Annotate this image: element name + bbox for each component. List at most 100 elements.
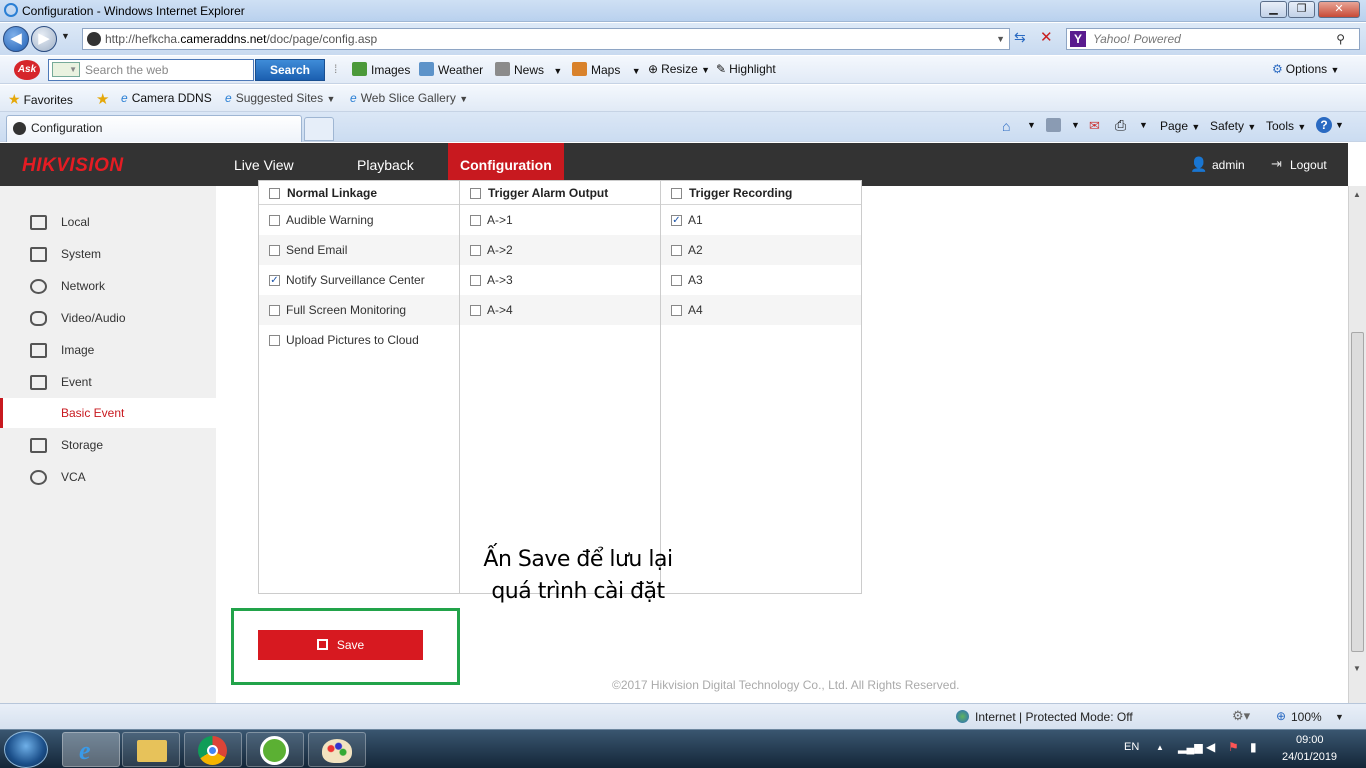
sidebar-item-system[interactable]: System — [0, 239, 216, 269]
back-button[interactable]: ◀ — [3, 26, 29, 52]
taskbar-paint[interactable] — [308, 732, 366, 767]
checkbox[interactable] — [671, 305, 682, 316]
sidebar-item-event[interactable]: Event — [0, 367, 216, 397]
toolbar-item-images[interactable]: Images — [352, 62, 410, 77]
list-item[interactable]: Upload Pictures to Cloud — [259, 325, 459, 355]
checkbox[interactable] — [269, 305, 280, 316]
toolbar-item-maps[interactable]: Maps ▼ — [572, 62, 641, 77]
close-button[interactable]: ✕ — [1318, 1, 1360, 18]
home-dropdown-icon[interactable]: ▼ — [1027, 120, 1036, 130]
list-item[interactable]: A->4 — [460, 295, 660, 325]
sidebar-item-vca[interactable]: VCA — [0, 462, 216, 492]
add-favorite-icon[interactable]: ★ — [96, 90, 109, 108]
feeds-dropdown-icon[interactable]: ▼ — [1071, 120, 1080, 130]
address-input[interactable]: http://hefkcha.cameraddns.net/doc/page/c… — [82, 28, 1010, 50]
history-dropdown-icon[interactable]: ▼ — [61, 31, 70, 41]
favorite-suggested-sites[interactable]: e Suggested Sites ▼ — [225, 91, 335, 105]
maximize-button[interactable]: ❐ — [1288, 1, 1315, 18]
checkbox[interactable]: ✓ — [671, 215, 682, 226]
taskbar-chrome[interactable] — [184, 732, 242, 767]
toolbar-item-news[interactable]: News ▼ — [495, 62, 562, 77]
protected-mode-icon[interactable]: ⚙▾ — [1232, 708, 1250, 724]
security-zone[interactable]: Internet | Protected Mode: Off — [975, 710, 1133, 724]
search-icon[interactable]: ⚲ — [1336, 29, 1345, 49]
sidebar-item-image[interactable]: Image — [0, 335, 216, 365]
network-signal-icon[interactable]: ▂▄▆ — [1178, 741, 1203, 754]
toolbar-item-resize[interactable]: ⊕ Resize ▼ — [648, 62, 710, 76]
list-item[interactable]: Audible Warning — [259, 205, 459, 235]
feeds-icon[interactable] — [1046, 118, 1061, 132]
start-button[interactable] — [4, 731, 48, 768]
options-button[interactable]: ⚙ Options ▼ — [1272, 62, 1339, 76]
sidebar-item-video-audio[interactable]: Video/Audio — [0, 303, 216, 333]
checkbox[interactable] — [470, 275, 481, 286]
list-item[interactable]: ✓ A1 — [661, 205, 861, 235]
column-header[interactable]: Trigger Alarm Output — [460, 181, 660, 205]
checkbox[interactable] — [470, 188, 481, 199]
scroll-down-icon[interactable]: ▼ — [1353, 664, 1361, 673]
list-item[interactable]: Full Screen Monitoring — [259, 295, 459, 325]
list-item[interactable]: A->3 — [460, 265, 660, 295]
checkbox[interactable] — [269, 215, 280, 226]
checkbox[interactable] — [671, 275, 682, 286]
scrollbar-thumb[interactable] — [1351, 332, 1364, 652]
home-icon[interactable]: ⌂ — [1002, 118, 1010, 134]
power-icon[interactable]: ▮ — [1250, 740, 1257, 754]
list-item[interactable]: A->2 — [460, 235, 660, 265]
list-item[interactable]: ✓ Notify Surveillance Center — [259, 265, 459, 295]
toolbar-item-weather[interactable]: Weather — [419, 62, 483, 77]
checkbox[interactable] — [470, 305, 481, 316]
checkbox[interactable] — [269, 245, 280, 256]
sidebar-item-network[interactable]: Network — [0, 271, 216, 301]
chevron-down-icon[interactable]: ▼ — [1335, 712, 1344, 722]
list-item[interactable]: A4 — [661, 295, 861, 325]
checkbox[interactable] — [269, 188, 280, 199]
list-item[interactable]: A2 — [661, 235, 861, 265]
favorite-camera-ddns[interactable]: e Camera DDNS — [121, 91, 212, 105]
page-menu[interactable]: Page ▼ — [1160, 119, 1200, 133]
list-item[interactable]: A3 — [661, 265, 861, 295]
safety-menu[interactable]: Safety ▼ — [1210, 119, 1256, 133]
vertical-scrollbar[interactable]: ▲ ▼ — [1348, 186, 1366, 703]
print-icon[interactable]: ⎙ — [1115, 117, 1126, 134]
help-dropdown-icon[interactable]: ▼ — [1335, 120, 1344, 130]
tab-configuration[interactable]: Configuration — [6, 115, 302, 142]
taskbar-coccoc[interactable] — [246, 732, 304, 767]
user-name[interactable]: admin — [1212, 143, 1245, 186]
taskbar-internet-explorer[interactable]: e — [62, 732, 120, 767]
volume-icon[interactable]: ◀ — [1206, 740, 1215, 754]
checkbox[interactable] — [470, 245, 481, 256]
action-center-icon[interactable]: ⚑ — [1228, 740, 1239, 754]
help-icon[interactable]: ? — [1316, 117, 1332, 133]
ask-search-button[interactable]: Search — [255, 59, 325, 81]
forward-button[interactable]: ▶ — [31, 26, 57, 52]
favorite-web-slice-gallery[interactable]: e Web Slice Gallery ▼ — [350, 91, 468, 105]
clock-time[interactable]: 09:00 — [1296, 734, 1324, 746]
column-header[interactable]: Normal Linkage — [259, 181, 459, 205]
ask-search-input[interactable]: ▼ Search the web — [48, 59, 254, 81]
search-provider-icon[interactable]: ▼ — [52, 62, 80, 77]
checkbox[interactable]: ✓ — [269, 275, 280, 286]
sidebar-item-local[interactable]: Local — [0, 207, 216, 237]
stop-icon[interactable]: ✕ — [1040, 28, 1053, 46]
scroll-up-icon[interactable]: ▲ — [1353, 190, 1361, 199]
checkbox[interactable] — [269, 335, 280, 346]
mail-icon[interactable]: ✉ — [1089, 118, 1100, 134]
print-dropdown-icon[interactable]: ▼ — [1139, 120, 1148, 130]
logout-link[interactable]: Logout — [1290, 143, 1327, 186]
sidebar-item-storage[interactable]: Storage — [0, 430, 216, 460]
yahoo-search-input[interactable]: Y Yahoo! Powered ⚲ — [1066, 28, 1360, 50]
tools-menu[interactable]: Tools ▼ — [1266, 119, 1306, 133]
show-hidden-icons[interactable]: ▲ — [1156, 743, 1164, 752]
minimize-button[interactable]: ▁ — [1260, 1, 1287, 18]
address-dropdown-icon[interactable]: ▼ — [996, 29, 1005, 49]
list-item[interactable]: A->1 — [460, 205, 660, 235]
toolbar-item-highlight[interactable]: ✎ Highlight — [716, 62, 776, 76]
taskbar-file-explorer[interactable] — [122, 732, 180, 767]
save-button[interactable]: Save — [258, 630, 423, 660]
clock-date[interactable]: 24/01/2019 — [1282, 751, 1337, 763]
zoom-level[interactable]: 100% — [1291, 710, 1322, 724]
refresh-icon[interactable]: ⇆ — [1014, 29, 1026, 46]
checkbox[interactable] — [671, 245, 682, 256]
column-header[interactable]: Trigger Recording — [661, 181, 861, 205]
